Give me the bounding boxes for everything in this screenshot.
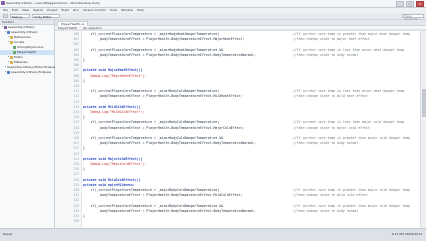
project-icon	[7, 71, 10, 74]
folder-icon	[10, 41, 13, 44]
folder-icon	[10, 56, 13, 59]
target-select[interactable]: Unity Editor	[32, 14, 60, 19]
solution-icon	[4, 26, 7, 29]
run-button[interactable]	[3, 14, 8, 18]
code-editor[interactable]: 100 if(_currentPlayerCoreTemperature > _…	[55, 31, 420, 228]
taskbar-status: Ready 6:21 PM 16/08/2014	[0, 228, 426, 241]
minimize-button[interactable]: –	[396, 1, 404, 7]
clock: 6:21 PM 16/08/2014	[392, 232, 422, 236]
tree-item[interactable]: ▾ Assembly-CSharp-firstpass	[0, 70, 54, 75]
toolbar: Debug Unity Editor Press 'Control+,' to …	[0, 13, 426, 24]
breadcrumb-member[interactable]: No selection	[83, 26, 102, 30]
window-titlebar: Assembly-CSharp - Learn/Blaggers/demo - …	[0, 0, 426, 8]
solution-tree: ▾ Assembly-CSharp ▾ Assembly-CSharp ▾ Referen…	[0, 25, 57, 75]
solution-pad: Solution ▾ Assembly-CSharp ▾ Assembly-CShar…	[0, 20, 57, 228]
close-button[interactable]: ✕	[416, 1, 424, 7]
config-select[interactable]: Debug	[10, 14, 30, 19]
window-controls: – □ ✕	[396, 1, 424, 7]
tree-item-label: Assembly-CSharp-firstpass	[11, 70, 52, 74]
search-input[interactable]: Press 'Control+,' to search	[402, 14, 424, 24]
folder-icon	[10, 61, 13, 64]
editor-scrollbar[interactable]	[420, 31, 426, 228]
maximize-button[interactable]: □	[406, 1, 414, 7]
breadcrumb-class[interactable]: PlayerHealth	[58, 26, 77, 30]
project-icon	[7, 31, 10, 34]
folder-icon	[10, 36, 13, 39]
clock-time: 6:21 PM	[391, 232, 404, 236]
code-line[interactable]: 136	[55, 219, 420, 224]
breadcrumb: PlayerHealth No selection	[55, 26, 426, 30]
clock-date: 16/08/2014	[404, 232, 422, 236]
monodevelop-icon	[1, 1, 5, 5]
file-icon	[13, 51, 16, 54]
file-icon	[13, 46, 16, 49]
scrollbar-thumb[interactable]	[422, 89, 426, 117]
line-number: 136	[73, 219, 79, 224]
window-title: Assembly-CSharp - Learn/Blaggers/demo - …	[6, 1, 100, 5]
status-text: Ready	[3, 232, 13, 236]
